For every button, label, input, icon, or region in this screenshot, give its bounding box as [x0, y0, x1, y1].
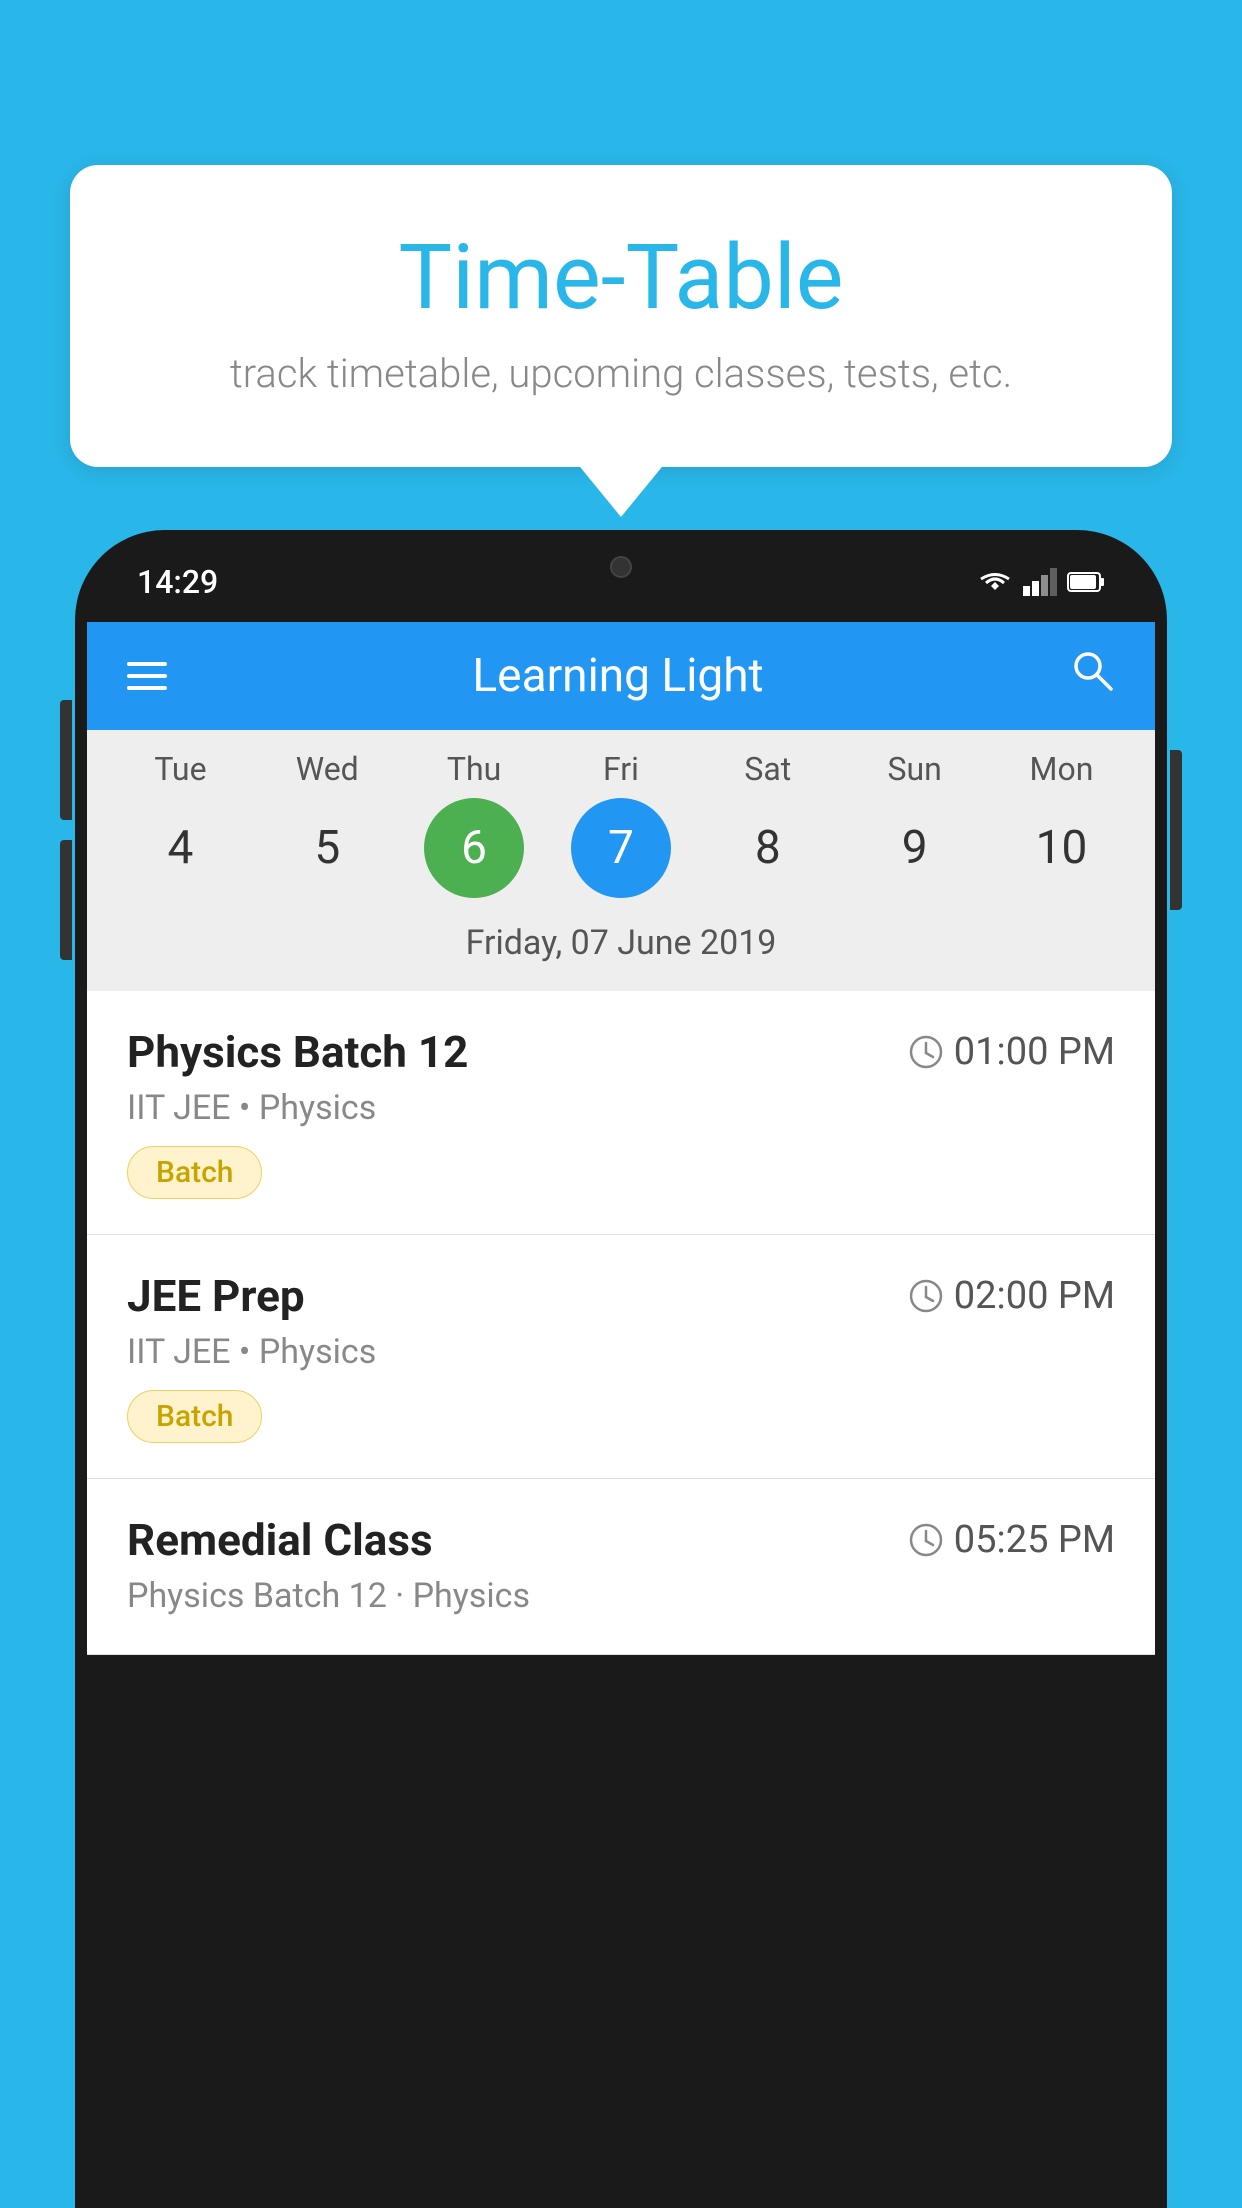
class-item-jee-prep[interactable]: JEE Prep 02:00 PM IIT JEE • Physics Batc…: [87, 1235, 1155, 1479]
day-numbers: 4 5 6 7 8 9 10: [87, 798, 1155, 898]
class-time-1: 01:00 PM: [908, 1030, 1115, 1074]
status-icons: [977, 568, 1105, 596]
hamburger-line-2: [127, 674, 167, 678]
day-label-tue: Tue: [130, 750, 230, 788]
app-header: Learning Light: [87, 622, 1155, 730]
tooltip-title: Time-Table: [150, 225, 1092, 330]
class-name-1: Physics Batch 12: [127, 1026, 468, 1078]
batch-badge-1: Batch: [127, 1146, 262, 1199]
class-name-2: JEE Prep: [127, 1270, 305, 1322]
day-7-selected[interactable]: 7: [571, 798, 671, 898]
app-title: Learning Light: [472, 649, 763, 703]
class-meta-1: IIT JEE • Physics: [127, 1088, 1115, 1128]
class-list: Physics Batch 12 01:00 PM IIT JEE • Phys…: [87, 991, 1155, 1655]
class-item-header-1: Physics Batch 12 01:00 PM: [127, 1026, 1115, 1078]
hamburger-line-3: [127, 686, 167, 690]
calendar-week: Tue Wed Thu Fri Sat Sun Mon 4 5 6 7 8 9 …: [87, 730, 1155, 991]
search-button[interactable]: [1069, 647, 1115, 705]
day-label-thu: Thu: [424, 750, 524, 788]
tooltip-card: Time-Table track timetable, upcoming cla…: [70, 165, 1172, 467]
class-meta-3: Physics Batch 12 · Physics: [127, 1576, 1115, 1616]
camera-dot: [610, 556, 632, 578]
tooltip-subtitle: track timetable, upcoming classes, tests…: [150, 350, 1092, 397]
hamburger-line-1: [127, 662, 167, 666]
day-8[interactable]: 8: [718, 798, 818, 898]
day-10[interactable]: 10: [1011, 798, 1111, 898]
phone-screen: Learning Light Tue Wed Thu Fri Sat Sun M…: [87, 622, 1155, 1655]
day-label-sat: Sat: [718, 750, 818, 788]
class-time-2: 02:00 PM: [908, 1274, 1115, 1318]
signal-icon: [1023, 568, 1057, 596]
volume-up-button: [60, 700, 72, 820]
day-6-today[interactable]: 6: [424, 798, 524, 898]
selected-date-label: Friday, 07 June 2019: [87, 913, 1155, 981]
volume-down-button: [60, 840, 72, 960]
menu-button[interactable]: [127, 662, 167, 690]
day-label-mon: Mon: [1011, 750, 1111, 788]
day-label-fri: Fri: [571, 750, 671, 788]
clock-icon-1: [908, 1034, 944, 1070]
class-item-remedial[interactable]: Remedial Class 05:25 PM Physics Batch 12…: [87, 1479, 1155, 1655]
wifi-icon: [977, 568, 1013, 596]
class-item-physics-batch-12[interactable]: Physics Batch 12 01:00 PM IIT JEE • Phys…: [87, 991, 1155, 1235]
battery-icon: [1067, 570, 1105, 594]
day-label-sun: Sun: [865, 750, 965, 788]
clock-icon-2: [908, 1278, 944, 1314]
clock-icon-3: [908, 1522, 944, 1558]
power-button: [1170, 750, 1182, 910]
batch-badge-2: Batch: [127, 1390, 262, 1443]
phone-mockup: 14:29: [75, 530, 1167, 2208]
phone-top-bar: 14:29: [87, 542, 1155, 622]
day-4[interactable]: 4: [130, 798, 230, 898]
day-labels: Tue Wed Thu Fri Sat Sun Mon: [87, 750, 1155, 788]
day-5[interactable]: 5: [277, 798, 377, 898]
camera-notch: [561, 542, 681, 592]
class-time-3: 05:25 PM: [908, 1518, 1115, 1562]
class-name-3: Remedial Class: [127, 1514, 433, 1566]
class-item-header-3: Remedial Class 05:25 PM: [127, 1514, 1115, 1566]
class-item-header-2: JEE Prep 02:00 PM: [127, 1270, 1115, 1322]
class-meta-2: IIT JEE • Physics: [127, 1332, 1115, 1372]
day-9[interactable]: 9: [865, 798, 965, 898]
day-label-wed: Wed: [277, 750, 377, 788]
status-time: 14:29: [137, 563, 218, 601]
